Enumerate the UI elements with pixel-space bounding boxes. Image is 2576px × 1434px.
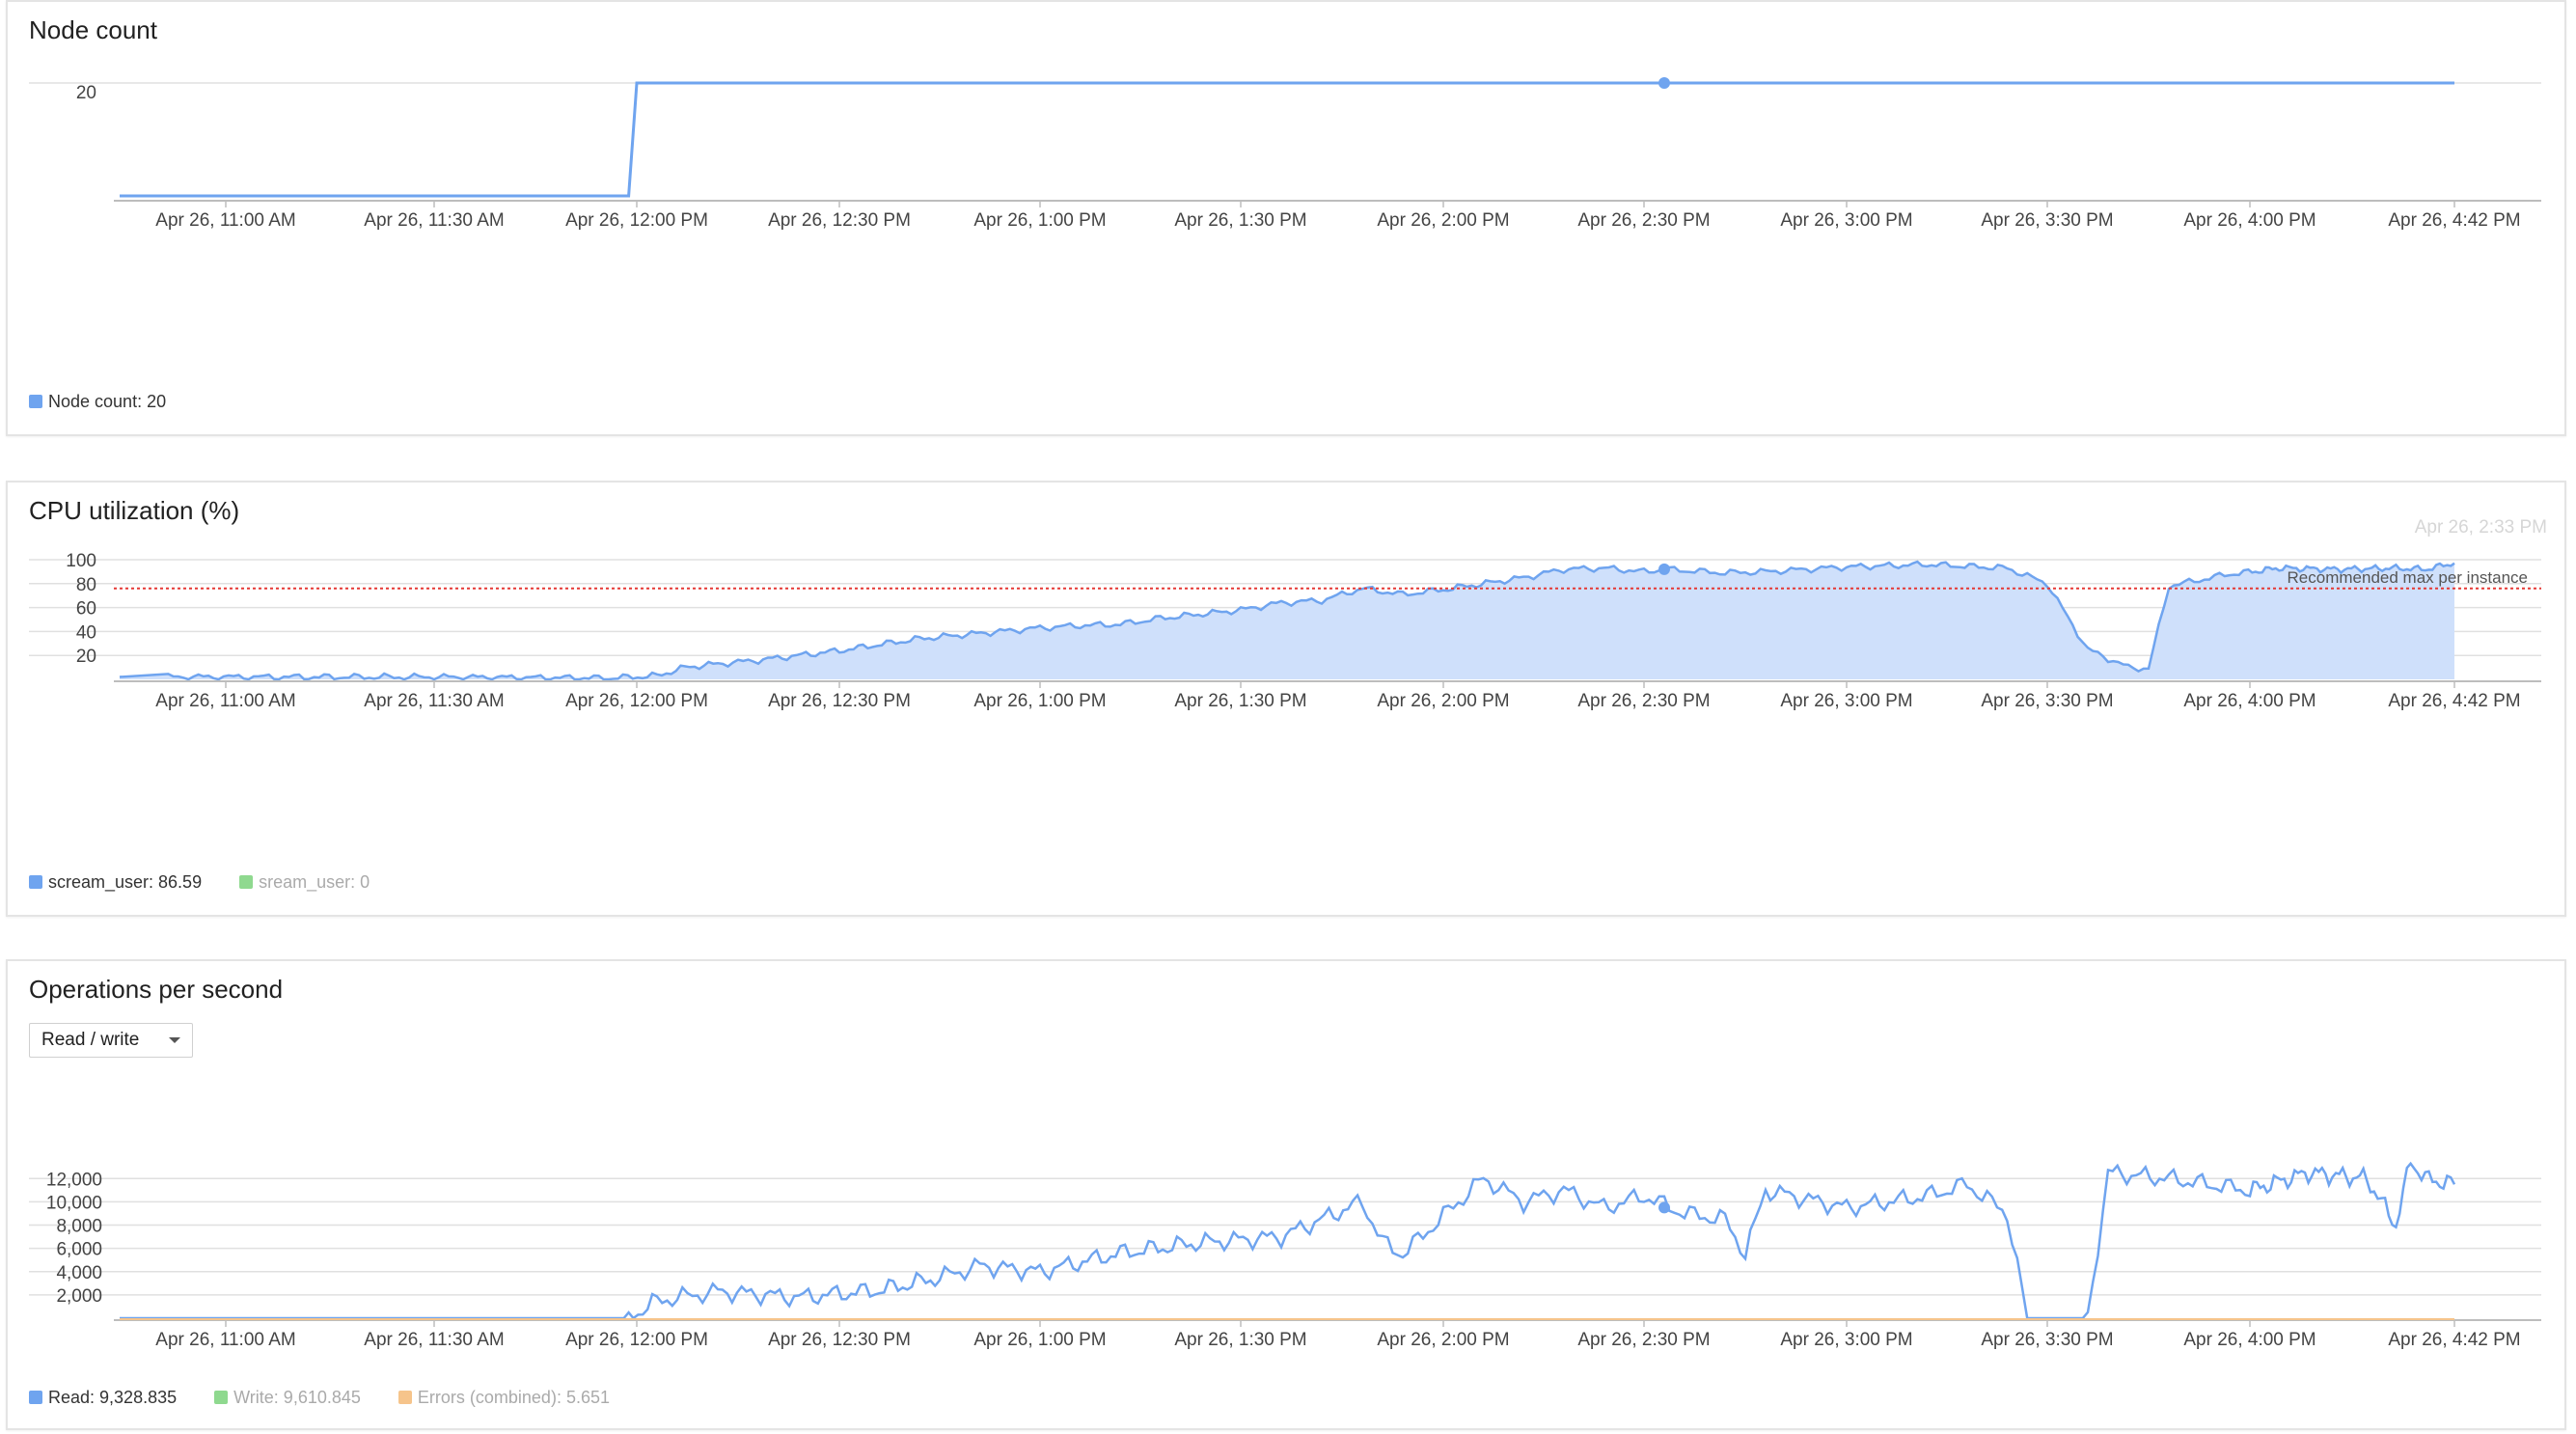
chart-legend: scream_user: 86.59 sream_user: 0 <box>29 872 402 893</box>
legend-label: Node count: 20 <box>48 392 167 411</box>
y-tick-label: 4,000 <box>56 1263 102 1283</box>
y-tick-label: 10,000 <box>46 1193 102 1213</box>
x-tick-label: Apr 26, 4:42 PM <box>2388 1330 2520 1350</box>
x-tick-label: Apr 26, 2:00 PM <box>1377 1330 1509 1350</box>
x-tick-label: Apr 26, 11:30 AM <box>364 691 504 711</box>
x-tick-label: Apr 26, 12:30 PM <box>768 691 911 711</box>
operations-chart[interactable]: 12,000 10,000 8,000 6,000 4,000 2,000 Apr 26, … <box>8 961 2568 1432</box>
y-tick-label: 80 <box>76 575 96 595</box>
x-tick-label: Apr 26, 2:00 PM <box>1377 210 1509 231</box>
y-tick-label: 12,000 <box>46 1170 102 1190</box>
operations-panel: Operations per second Read / write 12,00… <box>6 959 2566 1430</box>
legend-swatch <box>214 1391 229 1404</box>
legend-item-scream-user[interactable]: scream_user: 86.59 <box>29 872 202 893</box>
legend-label: scream_user: 86.59 <box>48 872 203 892</box>
scream-user-area-fill <box>120 562 2454 679</box>
legend-item-node-count[interactable]: Node count: 20 <box>29 392 166 412</box>
legend-item-sream-user[interactable]: sream_user: 0 <box>239 872 370 893</box>
node-count-panel: Node count 20 Apr 26, 11:00 AM Apr 26, 11:… <box>6 0 2566 436</box>
x-tick-label: Apr 26, 12:30 PM <box>768 1330 911 1350</box>
cpu-utilization-panel: CPU utilization (%) Apr 26, 2:33 PM 100 80… <box>6 481 2566 917</box>
x-tick-label: Apr 26, 12:00 PM <box>565 1330 708 1350</box>
x-tick-label: Apr 26, 4:42 PM <box>2388 691 2520 711</box>
chart-legend: Read: 9,328.835 Write: 9,610.845 Errors … <box>29 1388 643 1408</box>
y-tick-label: 100 <box>66 551 96 571</box>
legend-swatch <box>239 875 254 889</box>
hover-time-label: Apr 26, 2:33 PM <box>2415 517 2547 538</box>
y-tick-label: 60 <box>76 599 96 620</box>
cpu-utilization-chart[interactable]: Apr 26, 2:33 PM 100 80 6040 20 Recommended ma… <box>8 483 2568 919</box>
x-tick-label: Apr 26, 11:00 AM <box>155 691 295 711</box>
x-tick-label: Apr 26, 3:00 PM <box>1780 210 1912 231</box>
hover-point <box>1658 563 1670 575</box>
x-tick-label: Apr 26, 4:00 PM <box>2183 1330 2316 1350</box>
legend-label: sream_user: 0 <box>259 872 370 892</box>
x-tick-label: Apr 26, 4:00 PM <box>2183 210 2316 231</box>
y-tick-label: 6,000 <box>56 1240 102 1260</box>
y-tick-label: 2,000 <box>56 1286 102 1307</box>
x-tick-label: Apr 26, 2:30 PM <box>1577 691 1710 711</box>
legend-item-read[interactable]: Read: 9,328.835 <box>29 1388 177 1408</box>
x-tick-label: Apr 26, 12:00 PM <box>565 210 708 231</box>
x-tick-label: Apr 26, 11:00 AM <box>155 210 295 231</box>
legend-item-write[interactable]: Write: 9,610.845 <box>214 1388 361 1408</box>
x-tick-label: Apr 26, 12:00 PM <box>565 691 708 711</box>
hover-point <box>1658 77 1670 89</box>
legend-label: Read: 9,328.835 <box>48 1388 178 1407</box>
y-tick-label: 20 <box>76 83 96 103</box>
chart-legend: Node count: 20 <box>29 392 199 412</box>
y-tick-label: 40 <box>76 622 96 643</box>
legend-label: Errors (combined): 5.651 <box>417 1388 610 1407</box>
x-tick-label: Apr 26, 3:30 PM <box>1981 691 2113 711</box>
x-tick-label: Apr 26, 1:30 PM <box>1174 1330 1306 1350</box>
x-tick-label: Apr 26, 3:00 PM <box>1780 691 1912 711</box>
x-tick-label: Apr 26, 2:30 PM <box>1577 210 1710 231</box>
x-tick-label: Apr 26, 11:30 AM <box>364 1330 504 1350</box>
x-tick-label: Apr 26, 11:30 AM <box>364 210 504 231</box>
node-count-series-line <box>120 81 2454 198</box>
x-tick-label: Apr 26, 4:42 PM <box>2388 210 2520 231</box>
x-tick-label: Apr 26, 1:30 PM <box>1174 691 1306 711</box>
x-tick-label: Apr 26, 1:00 PM <box>973 691 1106 711</box>
legend-swatch <box>397 1391 412 1404</box>
x-tick-label: Apr 26, 2:00 PM <box>1377 691 1509 711</box>
legend-swatch <box>29 395 42 408</box>
legend-label: Write: 9,610.845 <box>233 1388 361 1407</box>
x-tick-label: Apr 26, 2:30 PM <box>1577 1330 1710 1350</box>
x-tick-label: Apr 26, 1:00 PM <box>973 210 1106 231</box>
x-tick-label: Apr 26, 1:30 PM <box>1174 210 1306 231</box>
legend-swatch <box>29 875 42 889</box>
x-tick-label: Apr 26, 3:30 PM <box>1981 1330 2113 1350</box>
x-tick-label: Apr 26, 3:00 PM <box>1780 1330 1912 1350</box>
y-tick-label: 20 <box>76 647 96 667</box>
x-tick-label: Apr 26, 11:00 AM <box>155 1330 295 1350</box>
legend-item-errors[interactable]: Errors (combined): 5.651 <box>397 1388 610 1408</box>
x-tick-label: Apr 26, 3:30 PM <box>1981 210 2113 231</box>
legend-swatch <box>29 1391 42 1404</box>
node-count-chart[interactable]: 20 Apr 26, 11:00 AM Apr 26, 11:30 AM Apr 26… <box>8 2 2568 438</box>
x-tick-label: Apr 26, 12:30 PM <box>768 210 911 231</box>
x-tick-label: Apr 26, 4:00 PM <box>2183 691 2316 711</box>
y-tick-label: 8,000 <box>56 1217 102 1237</box>
hover-point <box>1658 1201 1670 1214</box>
x-tick-label: Apr 26, 1:00 PM <box>973 1330 1106 1350</box>
threshold-label: Recommended max per instance <box>2288 568 2528 587</box>
